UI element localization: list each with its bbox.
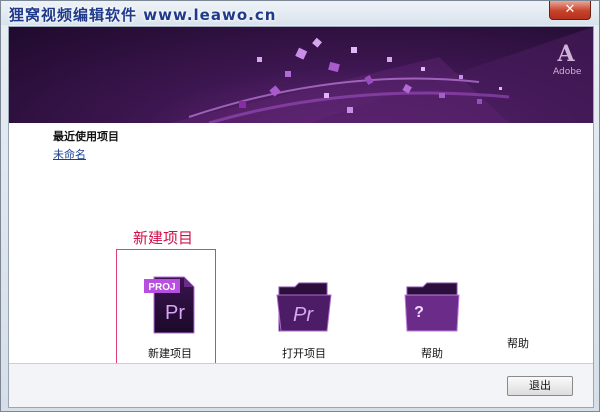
premiere-folder-icon: Pr bbox=[276, 282, 332, 332]
close-button[interactable]: ✕ bbox=[549, 1, 591, 20]
adobe-logo: A Adobe bbox=[553, 41, 582, 81]
app-window: 狸窝视频编辑软件 www.leawo.cn ✕ A Adobe 最近使用项目 未… bbox=[0, 0, 600, 412]
banner: A Adobe bbox=[9, 27, 593, 123]
open-project-button[interactable]: Pr 打开项目 bbox=[269, 273, 339, 361]
new-project-label: 新建项目 bbox=[148, 347, 192, 360]
footer-bar: 退出 bbox=[9, 364, 593, 407]
banner-artwork bbox=[169, 27, 593, 123]
open-project-label: 打开项目 bbox=[282, 347, 326, 360]
close-icon: ✕ bbox=[564, 2, 576, 17]
help-text-ghost: 帮助 bbox=[507, 337, 529, 350]
premiere-project-file-icon: PROJ Pr bbox=[144, 276, 195, 334]
window-title: 狸窝视频编辑软件 www.leawo.cn bbox=[9, 6, 277, 24]
svg-text:PROJ: PROJ bbox=[148, 282, 175, 293]
adobe-a-icon: A bbox=[557, 41, 575, 67]
recent-projects-heading: 最近使用项目 bbox=[53, 130, 119, 143]
help-folder-icon: ? bbox=[404, 282, 460, 332]
adobe-logo-text: Adobe bbox=[553, 67, 582, 77]
svg-text:Pr: Pr bbox=[165, 302, 185, 324]
svg-text:?: ? bbox=[414, 304, 424, 321]
new-project-button[interactable]: PROJ Pr 新建项目 bbox=[135, 273, 205, 361]
help-button[interactable]: ? 帮助 bbox=[397, 277, 467, 361]
svg-text:Pr: Pr bbox=[293, 304, 314, 326]
exit-button[interactable]: 退出 bbox=[507, 376, 573, 396]
help-label: 帮助 bbox=[421, 347, 443, 360]
annotation-label: 新建项目 bbox=[133, 229, 194, 247]
recent-project-link[interactable]: 未命名 bbox=[53, 146, 86, 162]
title-bar[interactable]: 狸窝视频编辑软件 www.leawo.cn ✕ bbox=[1, 1, 599, 25]
welcome-panel: A Adobe 最近使用项目 未命名 新建项目 PROJ Pr 新建项目 Pr … bbox=[8, 26, 594, 408]
